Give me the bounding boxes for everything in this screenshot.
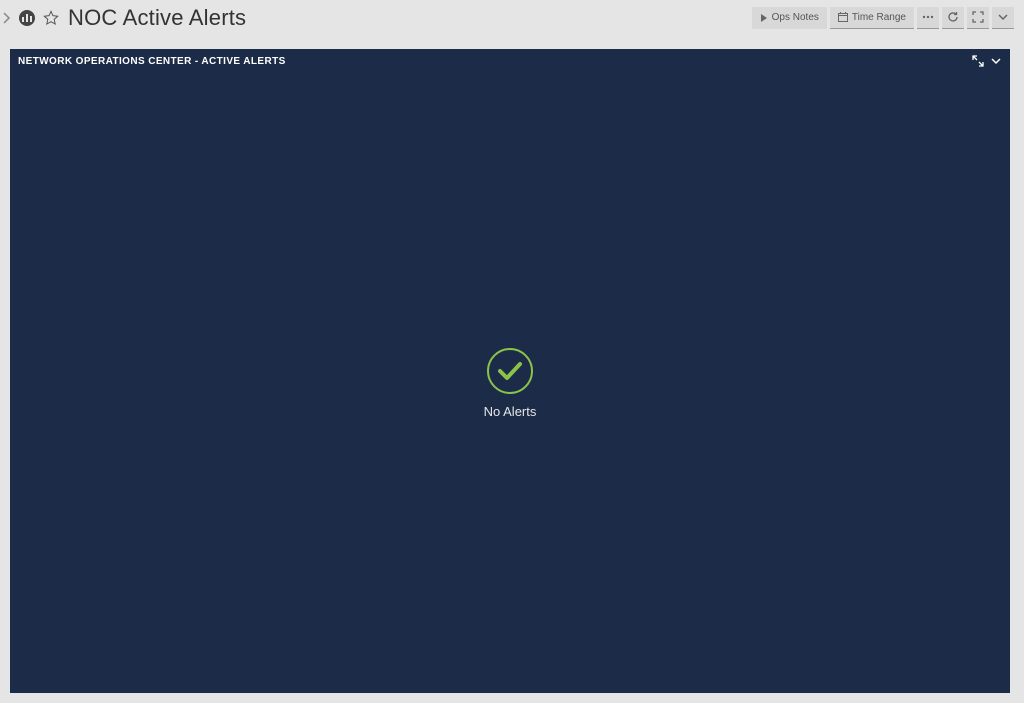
chevron-down-icon [997, 13, 1009, 21]
calendar-icon [838, 12, 848, 22]
widget-container: NETWORK OPERATIONS CENTER - ACTIVE ALERT… [0, 35, 1024, 703]
expand-handle[interactable] [0, 9, 14, 27]
dashboard-icon [18, 9, 36, 27]
refresh-icon [947, 11, 959, 23]
refresh-button[interactable] [942, 7, 964, 29]
widget-expand-button[interactable] [972, 55, 984, 67]
widget-body: No Alerts [10, 73, 1010, 693]
chevron-right-icon [3, 12, 11, 24]
empty-state-text: No Alerts [484, 404, 537, 419]
header-toolbar: Ops Notes Time Range [752, 7, 1014, 29]
page-title: NOC Active Alerts [68, 5, 246, 31]
widget-title: NETWORK OPERATIONS CENTER - ACTIVE ALERT… [18, 56, 972, 67]
chevron-down-icon [990, 57, 1002, 65]
fullscreen-button[interactable] [967, 7, 989, 29]
time-range-label: Time Range [852, 12, 906, 23]
time-range-button[interactable]: Time Range [830, 7, 914, 29]
play-icon [760, 14, 768, 22]
alerts-widget: NETWORK OPERATIONS CENTER - ACTIVE ALERT… [10, 49, 1010, 693]
more-options-button[interactable] [917, 7, 939, 29]
favorite-star-icon[interactable] [42, 9, 60, 27]
widget-menu-button[interactable] [990, 57, 1002, 65]
ops-notes-button[interactable]: Ops Notes [752, 7, 827, 29]
header-left: NOC Active Alerts [0, 5, 752, 31]
page-header: NOC Active Alerts Ops Notes Time Range [0, 0, 1024, 35]
dots-icon [922, 15, 934, 19]
dropdown-button[interactable] [992, 7, 1014, 29]
fullscreen-icon [972, 11, 984, 23]
widget-header: NETWORK OPERATIONS CENTER - ACTIVE ALERT… [10, 49, 1010, 73]
expand-icon [972, 55, 984, 67]
ops-notes-label: Ops Notes [772, 12, 819, 23]
widget-controls [972, 55, 1002, 67]
check-circle-icon [487, 348, 533, 394]
